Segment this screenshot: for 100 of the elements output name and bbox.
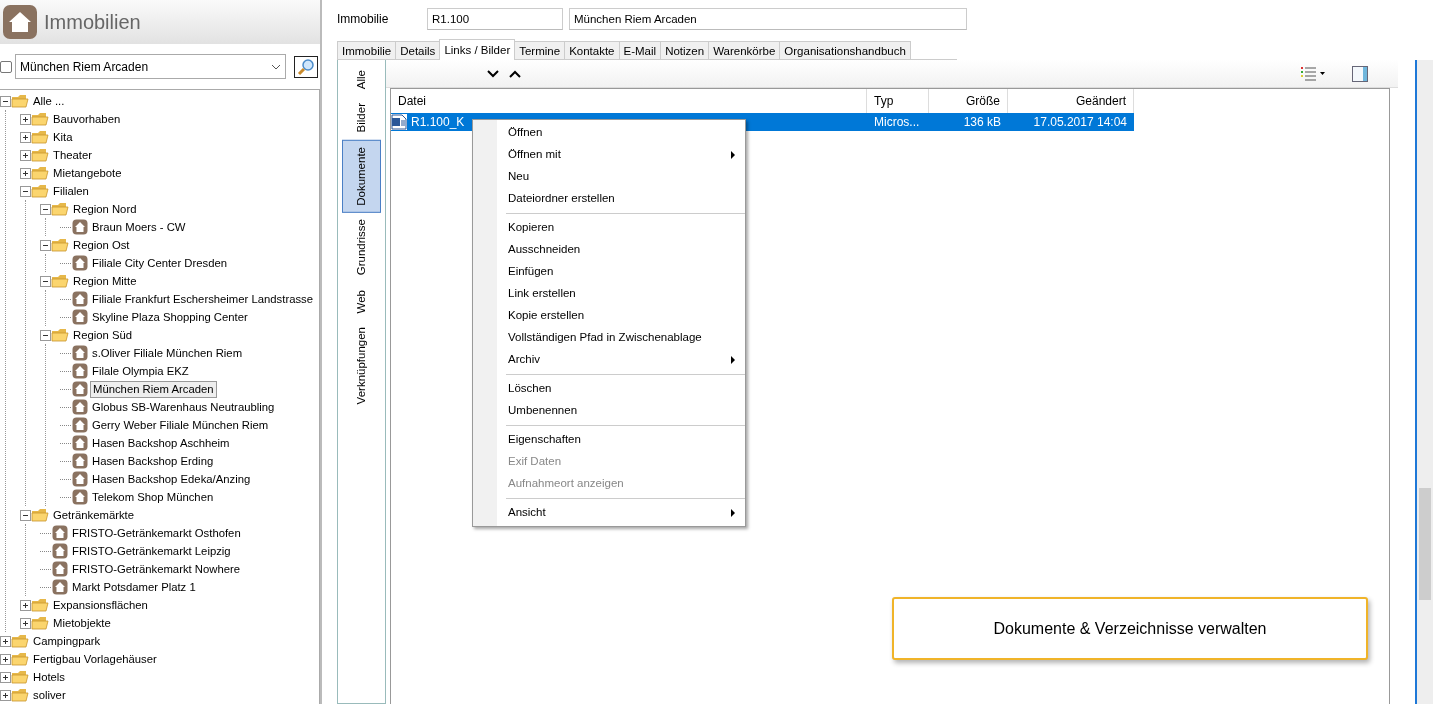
menu-item[interactable]: Vollständigen Pfad in Zwischenablage xyxy=(473,327,745,349)
table-cell-text: 17.05.2017 14:04 xyxy=(1032,114,1128,131)
tree-item[interactable]: Mietobjekte xyxy=(51,615,113,631)
menu-item[interactable]: Ansicht xyxy=(473,502,745,524)
tree-item[interactable]: Region Ost xyxy=(71,237,132,253)
collapse-icon[interactable] xyxy=(40,329,51,341)
tree-item[interactable]: Expansionsflächen xyxy=(51,597,150,613)
house-icon xyxy=(72,363,88,379)
tab[interactable]: E-Mail xyxy=(618,41,662,59)
tree-item[interactable]: Campingpark xyxy=(31,633,103,649)
tree-item[interactable]: Hasen Backshop Aschheim xyxy=(90,435,232,451)
folder-icon xyxy=(11,669,29,685)
scrollbar[interactable] xyxy=(1415,60,1433,704)
search-button[interactable] xyxy=(294,55,318,78)
side-tab[interactable]: Web xyxy=(342,282,381,321)
checkbox[interactable] xyxy=(0,60,12,73)
expand-icon[interactable] xyxy=(0,689,11,701)
menu-item[interactable]: Eigenschaften xyxy=(473,429,745,451)
expand-icon[interactable] xyxy=(0,671,11,683)
tree-item[interactable]: Getränkemärkte xyxy=(51,507,136,523)
menu-item[interactable]: Einfügen xyxy=(473,261,745,283)
tree-item[interactable]: soliver xyxy=(31,687,68,703)
folder-icon xyxy=(31,183,49,199)
tree-item[interactable]: s.Oliver Filiale München Riem xyxy=(90,345,245,361)
house-icon xyxy=(52,525,68,541)
expand-icon[interactable] xyxy=(20,149,31,161)
expand-icon[interactable] xyxy=(20,131,31,143)
tab[interactable]: Links / Bilder xyxy=(439,39,516,60)
collapse-icon[interactable] xyxy=(40,275,51,287)
name-field[interactable]: München Riem Arcaden xyxy=(569,8,967,30)
tree-item[interactable]: Alle ... xyxy=(31,93,67,109)
folder-icon xyxy=(31,165,49,181)
tree-item[interactable]: Markt Potsdamer Platz 1 xyxy=(70,579,198,595)
tab[interactable]: Warenkörbe xyxy=(708,41,781,59)
tree-item[interactable]: Region Nord xyxy=(71,201,139,217)
expand-icon[interactable] xyxy=(20,599,31,611)
panel-icon[interactable] xyxy=(1352,65,1368,82)
tree-item[interactable]: Fertigbau Vorlagehäuser xyxy=(31,651,159,667)
tab[interactable]: Immobilie xyxy=(337,41,397,59)
expand-icon[interactable] xyxy=(20,617,31,629)
side-tab[interactable]: Dokumente xyxy=(342,139,381,213)
tree-item[interactable]: Filale Olympia EKZ xyxy=(90,363,191,379)
menu-item[interactable]: Archiv xyxy=(473,349,745,371)
tree-item[interactable]: Filialen xyxy=(51,183,91,199)
tree-item[interactable]: Bauvorhaben xyxy=(51,111,123,127)
view-list-icon[interactable] xyxy=(1300,65,1326,82)
tree-item[interactable]: Theater xyxy=(51,147,94,163)
tree-item[interactable]: FRISTO-Getränkemarkt Nowhere xyxy=(70,561,243,577)
tab[interactable]: Kontakte xyxy=(564,41,620,59)
tree-item[interactable]: Mietangebote xyxy=(51,165,124,181)
chevron-up-icon[interactable] xyxy=(508,68,522,79)
menu-item[interactable]: Dateiordner erstellen xyxy=(473,188,745,210)
menu-item[interactable]: Neu xyxy=(473,166,745,188)
tree-item[interactable]: Hasen Backshop Edeka/Anzing xyxy=(90,471,253,487)
folder-icon xyxy=(11,651,29,667)
tree-item[interactable]: Hotels xyxy=(31,669,68,685)
tab[interactable]: Notizen xyxy=(660,41,710,59)
expand-icon[interactable] xyxy=(0,635,11,647)
tree-item[interactable]: FRISTO-Getränkemarkt Leipzig xyxy=(70,543,233,559)
code-field[interactable]: R1.100 xyxy=(427,8,563,30)
tree-item[interactable]: Skyline Plaza Shopping Center xyxy=(90,309,250,325)
collapse-icon[interactable] xyxy=(40,239,51,251)
collapse-icon[interactable] xyxy=(0,95,11,107)
tab[interactable]: Organisationshandbuch xyxy=(779,41,911,59)
tree-item[interactable]: Hasen Backshop Erding xyxy=(90,453,216,469)
tab[interactable]: Details xyxy=(395,41,441,59)
tree-item[interactable]: Gerry Weber Filiale München Riem xyxy=(90,417,271,433)
menu-item[interactable]: Kopie erstellen xyxy=(473,305,745,327)
folder-icon xyxy=(31,129,49,145)
menu-item[interactable]: Löschen xyxy=(473,378,745,400)
tree-item[interactable]: Braun Moers - CW xyxy=(90,219,188,235)
menu-item[interactable]: Öffnen mit xyxy=(473,144,745,166)
tree-item[interactable]: Region Süd xyxy=(71,327,135,343)
collapse-icon[interactable] xyxy=(20,509,31,521)
collapse-icon[interactable] xyxy=(20,185,31,197)
file-name[interactable]: R1.100_K xyxy=(409,113,467,131)
tree-item[interactable]: Filiale Frankfurt Eschersheimer Landstrasse xyxy=(90,291,315,307)
side-tab[interactable]: Verknüpfungen xyxy=(342,320,381,412)
tree-item[interactable]: Region Mitte xyxy=(71,273,139,289)
expand-icon[interactable] xyxy=(0,653,11,665)
side-tab[interactable]: Grundrisse xyxy=(342,212,381,283)
side-tab[interactable]: Bilder xyxy=(342,96,381,140)
menu-item[interactable]: Link erstellen xyxy=(473,283,745,305)
tree-item[interactable]: München Riem Arcaden xyxy=(90,380,217,398)
tree-item[interactable]: Telekom Shop München xyxy=(90,489,216,505)
tree-item[interactable]: Globus SB-Warenhaus Neutraubling xyxy=(90,399,277,415)
house-icon xyxy=(72,291,88,307)
tab[interactable]: Termine xyxy=(514,41,566,59)
expand-icon[interactable] xyxy=(20,167,31,179)
collapse-icon[interactable] xyxy=(40,203,51,215)
menu-item[interactable]: Ausschneiden xyxy=(473,239,745,261)
tree-item[interactable]: FRISTO-Getränkemarkt Osthofen xyxy=(70,525,243,541)
tree-item[interactable]: Filiale City Center Dresden xyxy=(90,255,229,271)
menu-item[interactable]: Umbenennen xyxy=(473,400,745,422)
chevron-down-icon[interactable] xyxy=(486,68,500,79)
side-tab[interactable]: Alle xyxy=(342,63,381,97)
expand-icon[interactable] xyxy=(20,113,31,125)
menu-item[interactable]: Kopieren xyxy=(473,217,745,239)
tree-item[interactable]: Kita xyxy=(51,129,75,145)
property-combo-box[interactable]: München Riem Arcaden xyxy=(15,54,286,79)
